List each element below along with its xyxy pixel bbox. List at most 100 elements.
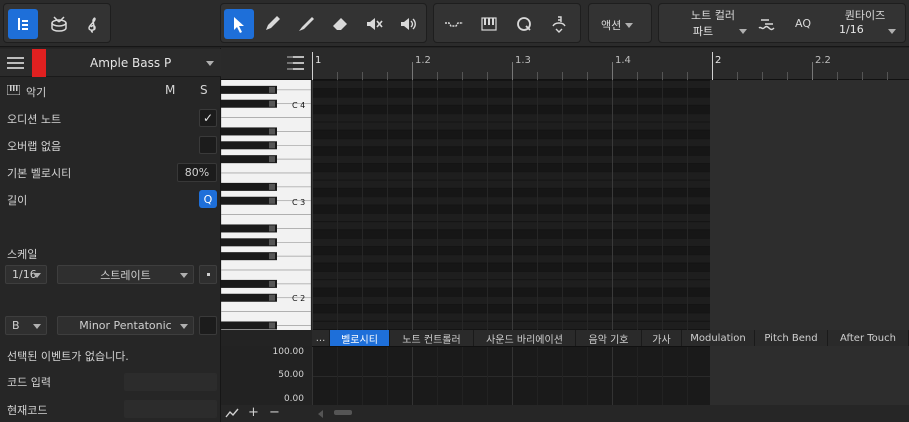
length-mode-select[interactable]: 스트레이트	[57, 265, 194, 284]
chord-input-field[interactable]	[124, 373, 217, 391]
length-quantize-button[interactable]: Q	[199, 190, 217, 208]
solo-button[interactable]: S	[200, 83, 208, 97]
tab-after-touch[interactable]: After Touch	[828, 330, 909, 346]
list-icon[interactable]	[287, 56, 304, 73]
black-key[interactable]	[221, 238, 277, 247]
black-key[interactable]	[221, 127, 277, 136]
black-key[interactable]	[221, 141, 277, 150]
scroll-left-icon[interactable]	[318, 410, 323, 418]
black-key[interactable]	[221, 321, 277, 330]
dot-icon	[206, 273, 210, 276]
scale-type-select[interactable]: Minor Pentatonic	[57, 316, 194, 335]
tab-lyrics[interactable]: 가사	[642, 330, 682, 346]
key-label-c4: C 4	[292, 101, 306, 110]
chevron-down-icon[interactable]	[739, 29, 747, 34]
treble-clef-icon[interactable]	[78, 9, 108, 39]
black-key[interactable]	[221, 182, 277, 191]
mute-icon[interactable]	[359, 9, 389, 39]
transpose-icon[interactable]	[544, 9, 574, 39]
note-color-value[interactable]: 파트	[673, 23, 733, 39]
grid-row	[312, 287, 710, 296]
chevron-down-icon[interactable]	[888, 29, 896, 34]
scale-label: 스케일	[7, 248, 38, 261]
arrow-icon[interactable]	[224, 9, 254, 39]
chevron-down-icon	[625, 22, 634, 28]
add-icon[interactable]: +	[248, 405, 259, 420]
quantize-icon[interactable]	[509, 9, 539, 39]
eraser-icon[interactable]	[325, 9, 355, 39]
length-select[interactable]: 1/16	[5, 265, 47, 284]
black-key[interactable]	[221, 224, 277, 233]
tab-velocity[interactable]: 벨로시티	[330, 330, 390, 346]
black-key[interactable]	[221, 155, 277, 164]
action-menu[interactable]: 액션	[588, 3, 652, 43]
keys-header	[221, 48, 312, 80]
grid-row	[312, 163, 710, 172]
black-key-highlight	[269, 142, 275, 149]
piano-keyboard[interactable]: C 4 C 3 C 2	[221, 80, 311, 330]
menu-icon[interactable]	[7, 57, 24, 69]
tab-sound-variation[interactable]: 사운드 바리에이션	[474, 330, 576, 346]
grid-row	[312, 270, 710, 280]
grid-row	[312, 295, 710, 305]
overlap-checkbox[interactable]	[199, 136, 217, 154]
velocity-field[interactable]: 80%	[177, 163, 217, 182]
paint-icon[interactable]	[291, 9, 321, 39]
note-options-group: 노트 컬러 파트 AQ 퀀타이즈 1/16	[658, 3, 906, 43]
black-key[interactable]	[221, 85, 277, 94]
pencil-icon[interactable]	[257, 9, 287, 39]
overlap-row: 오버랩 없음	[0, 132, 221, 158]
chord-track-icon[interactable]	[757, 14, 777, 34]
tab-modulation[interactable]: Modulation	[682, 330, 755, 346]
track-header: Ample Bass P	[0, 49, 221, 77]
grid-row	[312, 121, 710, 130]
scale-root-select[interactable]: B	[5, 316, 47, 335]
chevron-down-icon[interactable]	[206, 61, 214, 66]
tab-note-controller[interactable]: 노트 컨트롤러	[390, 330, 474, 346]
black-key[interactable]	[221, 99, 277, 108]
audition-label: 오디션 노트	[7, 113, 62, 126]
black-key[interactable]	[221, 293, 277, 302]
grid-empty-area[interactable]	[710, 80, 909, 330]
automation-icon[interactable]	[439, 9, 469, 39]
overlap-label: 오버랩 없음	[7, 140, 62, 153]
tab-music-symbol[interactable]: 음악 기호	[576, 330, 642, 346]
scale-extra-button[interactable]	[199, 316, 217, 335]
more-tabs-button[interactable]: ...	[312, 330, 330, 346]
chord-input-label: 코드 입력	[7, 376, 51, 389]
note-grid[interactable]	[312, 80, 710, 330]
note-edit-icon[interactable]	[8, 9, 38, 39]
velocity-lane[interactable]	[312, 346, 713, 406]
quantize-value[interactable]: 1/16	[839, 23, 864, 36]
piano-icon[interactable]	[474, 9, 504, 39]
grid-row	[312, 246, 710, 255]
horizontal-scrollbar[interactable]	[334, 410, 352, 415]
grid-row	[312, 154, 710, 163]
grid-row	[312, 320, 710, 329]
grid-row	[312, 146, 710, 155]
grid-row	[312, 254, 710, 263]
grid-row	[312, 113, 710, 122]
remove-icon[interactable]: −	[269, 405, 280, 420]
audition-checkbox[interactable]: ✓	[199, 109, 217, 127]
drum-icon[interactable]	[44, 9, 74, 39]
chevron-down-icon	[180, 324, 188, 329]
black-key-highlight	[269, 100, 275, 107]
black-key[interactable]	[221, 279, 277, 288]
black-key[interactable]	[221, 252, 277, 261]
tab-pitch-bend[interactable]: Pitch Bend	[755, 330, 828, 346]
velocity-lane-svg	[312, 347, 713, 406]
line-tool-icon[interactable]	[225, 407, 239, 422]
timeline-ruler[interactable]: 1 1.2 1.3 1.4 2 2.2	[312, 48, 909, 80]
mute-button[interactable]: M	[165, 83, 175, 97]
grid-row	[312, 129, 710, 139]
speaker-icon[interactable]	[393, 9, 423, 39]
track-color-swatch[interactable]	[32, 49, 46, 77]
black-key[interactable]	[221, 196, 277, 205]
track-name[interactable]: Ample Bass P	[90, 56, 171, 70]
key-label-c2: C 2	[292, 294, 306, 303]
aq-button[interactable]: AQ	[795, 17, 811, 30]
no-selection-text: 선택된 이벤트가 없습니다.	[7, 350, 129, 363]
length-extra-button[interactable]	[199, 265, 217, 284]
chevron-down-icon	[33, 273, 41, 278]
